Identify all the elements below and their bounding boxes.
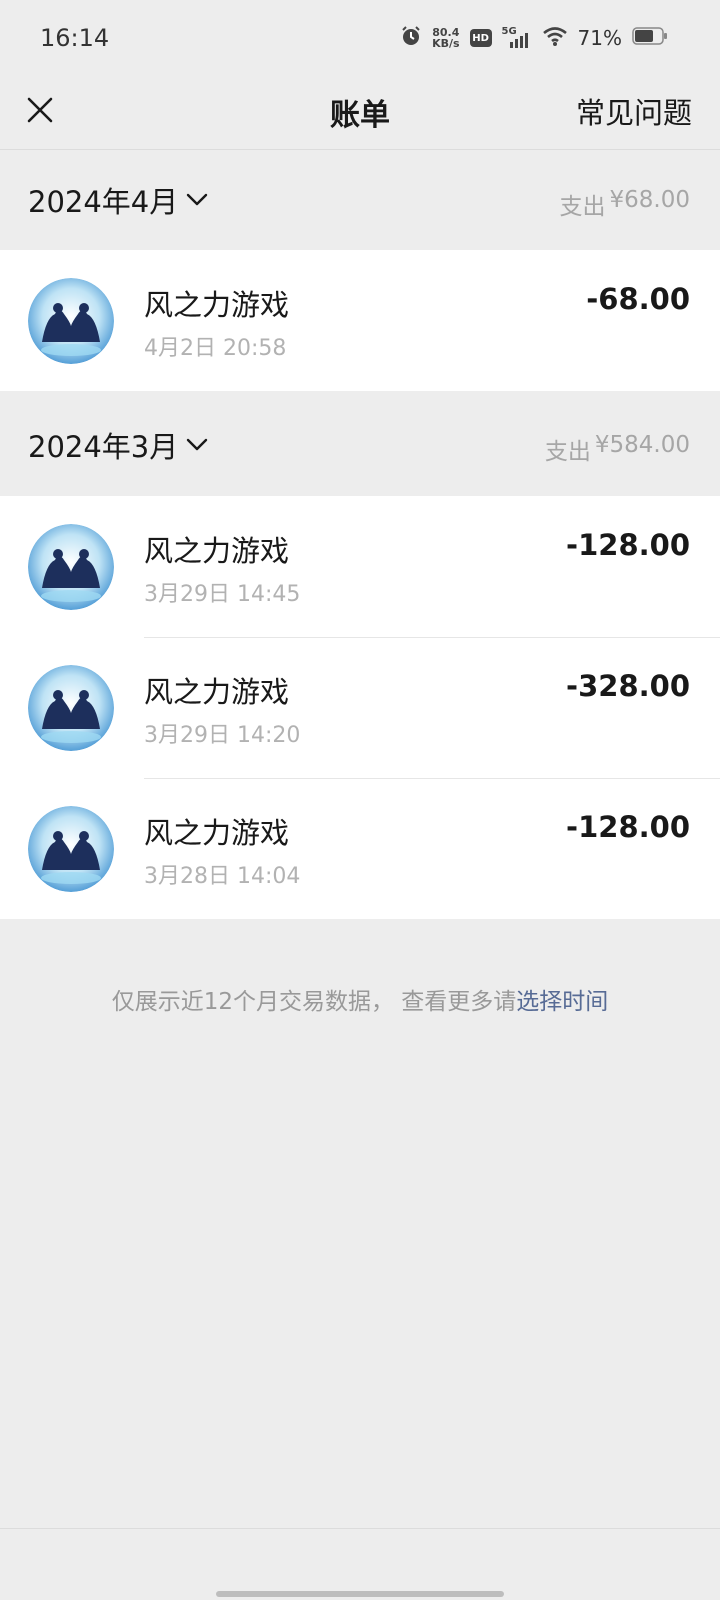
- transaction-row[interactable]: 风之力游戏 3月29日 14:20 -328.00: [0, 637, 720, 778]
- transaction-row[interactable]: 风之力游戏 3月29日 14:45 -128.00: [0, 496, 720, 637]
- row-divider: [144, 637, 720, 638]
- transaction-time: 3月28日 14:04: [144, 864, 301, 889]
- month-picker[interactable]: 2024年4月: [28, 179, 208, 221]
- chevron-down-icon: [187, 193, 208, 206]
- transaction-row[interactable]: 风之力游戏 4月2日 20:58 -68.00: [0, 250, 720, 391]
- game-avatar-icon: [28, 278, 114, 364]
- status-time: 16:14: [40, 24, 110, 52]
- month-expense-summary: 支出 ¥584.00: [545, 432, 690, 466]
- expense-label: 支出: [544, 439, 591, 465]
- merchant-name: 风之力游戏: [144, 534, 290, 568]
- month-expense-summary: 支出 ¥68.00: [560, 187, 690, 221]
- bottom-divider: [0, 1528, 720, 1529]
- month-header-1: 2024年3月 支出 ¥584.00: [0, 396, 720, 494]
- game-avatar-icon: [28, 665, 114, 751]
- footer-note-text: 仅展示近12个月交易数据， 查看更多请: [111, 989, 517, 1015]
- month-label: 2024年4月: [28, 185, 179, 219]
- net-speed-unit: KB/s: [432, 37, 460, 50]
- faq-link[interactable]: 常见问题: [576, 90, 692, 132]
- battery-percent: 71%: [577, 26, 622, 50]
- nav-header: 账单 常见问题: [0, 70, 720, 150]
- signal-icon: 5G: [502, 26, 532, 50]
- net-speed: 80.4 KB/s: [432, 27, 459, 49]
- game-avatar-icon: [28, 806, 114, 892]
- battery-icon: [632, 26, 668, 50]
- select-time-link[interactable]: 选择时间: [516, 989, 608, 1015]
- expense-amount: ¥68.00: [609, 187, 690, 213]
- merchant-name: 风之力游戏: [144, 288, 290, 322]
- transaction-amount: -328.00: [566, 669, 690, 703]
- expense-amount: ¥584.00: [594, 432, 690, 458]
- status-bar: 16:14 80.4 KB/s HD 5G 71%: [0, 0, 720, 78]
- hd-badge: HD: [469, 29, 492, 47]
- month-label: 2024年3月: [28, 430, 179, 464]
- home-indicator[interactable]: [216, 1591, 504, 1597]
- transaction-row[interactable]: 风之力游戏 3月28日 14:04 -128.00: [0, 778, 720, 919]
- transaction-list-0: 风之力游戏 4月2日 20:58 -68.00: [0, 250, 720, 391]
- wifi-icon: [542, 25, 568, 51]
- month-picker[interactable]: 2024年3月: [28, 424, 208, 466]
- chevron-down-icon: [187, 438, 208, 451]
- status-icons: 80.4 KB/s HD 5G 71%: [400, 22, 668, 54]
- transaction-list-1: 风之力游戏 3月29日 14:45 -128.00 风之力游戏 3月29日 14…: [0, 496, 720, 919]
- transaction-amount: -128.00: [566, 528, 690, 562]
- game-avatar-icon: [28, 524, 114, 610]
- bill-screen: 16:14 80.4 KB/s HD 5G 71% 账单 常见问题 2024年4…: [0, 0, 720, 1600]
- transaction-time: 4月2日 20:58: [144, 336, 287, 361]
- month-header-0: 2024年4月 支出 ¥68.00: [0, 151, 720, 249]
- row-divider: [144, 778, 720, 779]
- transaction-amount: -128.00: [566, 810, 690, 844]
- expense-label: 支出: [559, 194, 606, 220]
- transaction-amount: -68.00: [586, 282, 690, 316]
- merchant-name: 风之力游戏: [144, 816, 290, 850]
- alarm-icon: [400, 25, 422, 51]
- transaction-time: 3月29日 14:20: [144, 723, 301, 748]
- transaction-time: 3月29日 14:45: [144, 582, 301, 607]
- merchant-name: 风之力游戏: [144, 675, 290, 709]
- footer-note: 仅展示近12个月交易数据， 查看更多请选择时间: [0, 982, 720, 1016]
